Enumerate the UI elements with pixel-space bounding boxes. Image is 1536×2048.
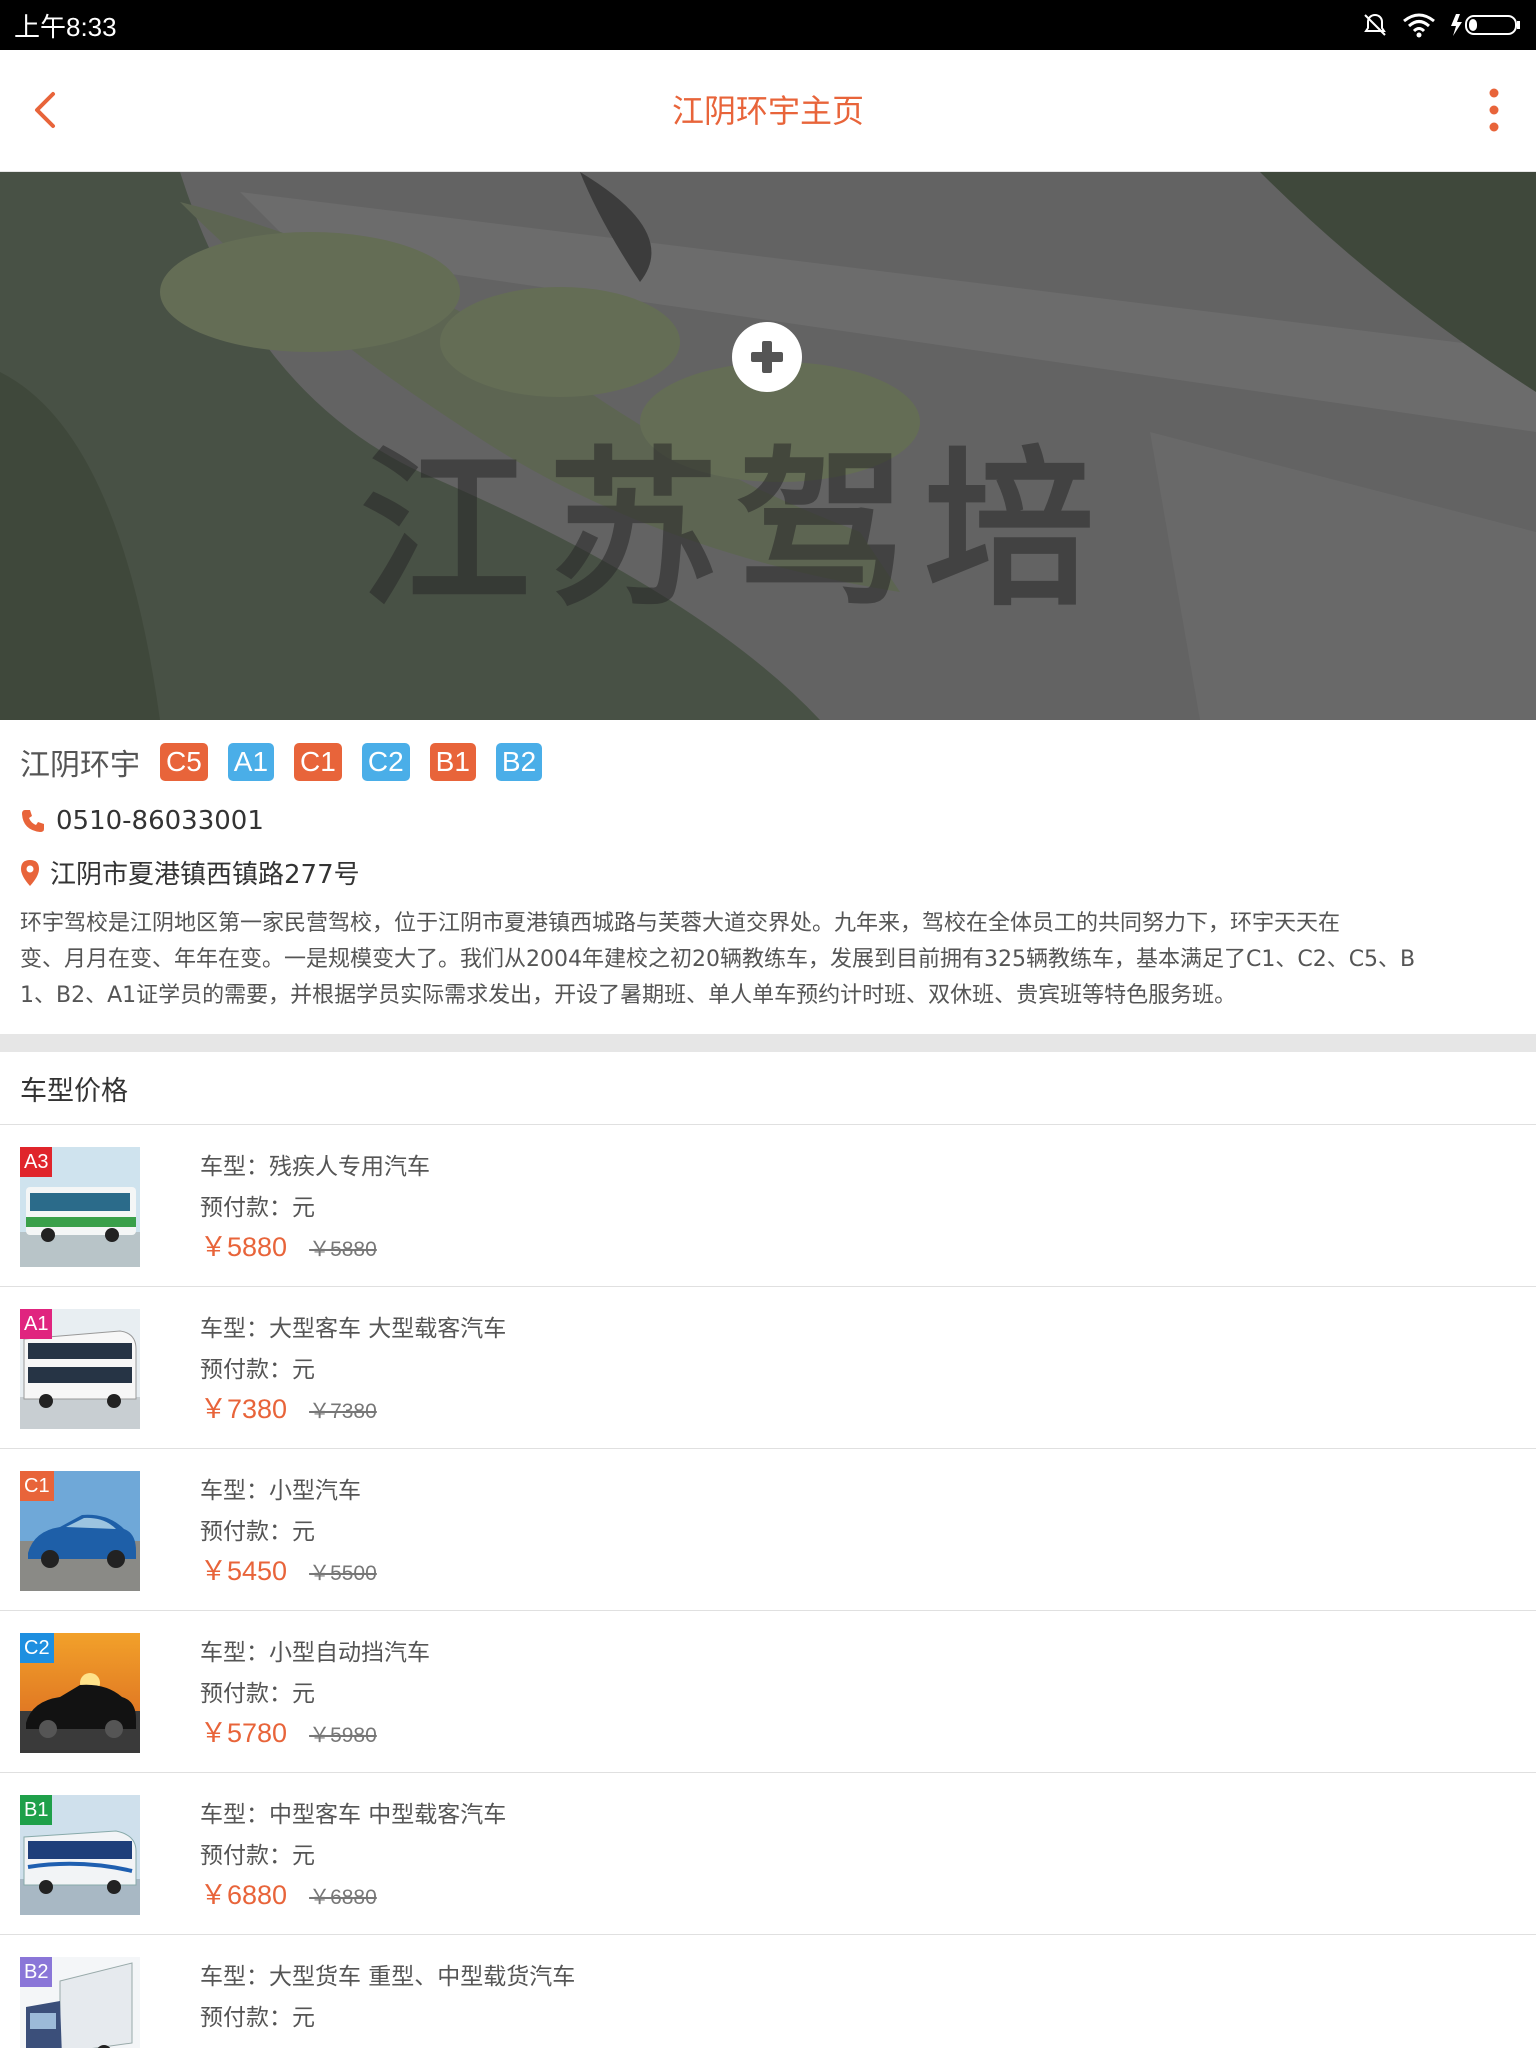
mute-bell-icon	[1364, 13, 1386, 36]
car-thumbnail: C2	[20, 1633, 140, 1753]
car-prepay: 预付款：元	[200, 1843, 315, 1869]
address-row[interactable]: 江阴市夏港镇西镇路277号	[20, 854, 360, 891]
car-prepay: 预付款：元	[200, 2005, 315, 2031]
license-badge: C5	[160, 743, 208, 781]
status-icons	[1362, 12, 1522, 38]
more-menu-button[interactable]	[1474, 84, 1514, 136]
plus-icon	[751, 341, 783, 373]
car-type-name: 车型：残疾人专用汽车	[200, 1154, 430, 1180]
status-time: 上午8:33	[14, 11, 117, 42]
description-line: 变、月月在变、年年在变。一是规模变大了。我们从2004年建校之初20辆教练车，发…	[20, 947, 1416, 972]
original-price: ￥7380	[309, 1400, 377, 1423]
car-type-name: 车型：小型自动挡汽车	[200, 1640, 430, 1666]
car-type-name: 车型：大型货车 重型、中型载货汽车	[200, 1964, 576, 1990]
phone-icon	[22, 810, 44, 832]
school-description: 环宇驾校是江阴地区第一家民营驾校，位于江阴市夏港镇西城路与芙蓉大道交界处。九年来…	[20, 906, 1520, 1014]
price-section-title: 车型价格	[0, 1052, 1536, 1125]
license-badge: C1	[294, 743, 342, 781]
license-badge: B2	[495, 743, 543, 781]
car-type-tag: C2	[20, 1633, 54, 1663]
car-type-tag: B2	[20, 1957, 53, 1987]
car-prepay: 预付款：元	[200, 1519, 315, 1545]
car-type-list: A3 车型：残疾人专用汽车 预付款：元 ￥5880 ￥5880 A1 车型：大型…	[0, 1125, 1536, 2048]
school-info: 江阴环宇 C5 A1 C1 C2 B1 B2 0510-86033001 江阴市…	[0, 720, 1536, 1034]
current-price: ￥5880	[200, 1232, 288, 1262]
current-price: ￥5450	[200, 1556, 288, 1586]
car-type-name: 车型：小型汽车	[200, 1478, 361, 1504]
description-line: 环宇驾校是江阴地区第一家民营驾校，位于江阴市夏港镇西城路与芙蓉大道交界处。九年来…	[20, 911, 1341, 936]
car-type-name: 车型：大型客车 大型载客汽车	[200, 1316, 507, 1342]
car-thumbnail: C1	[20, 1471, 140, 1591]
current-price: ￥7380	[200, 1394, 288, 1424]
list-item[interactable]: A1 车型：大型客车 大型载客汽车 预付款：元 ￥7380 ￥7380	[0, 1287, 1536, 1449]
list-item[interactable]: C1 车型：小型汽车 预付款：元 ￥5450 ￥5500	[0, 1449, 1536, 1611]
add-photo-button[interactable]	[732, 322, 802, 392]
banner-watermark: 江苏驾培	[360, 432, 1113, 630]
car-type-tag: C1	[20, 1471, 54, 1501]
car-type-tag: A1	[20, 1309, 53, 1339]
description-line: 1、B2、A1证学员的需要，并根据学员实际需求发出，开设了暑期班、单人单车预约计…	[20, 983, 1237, 1008]
car-prepay: 预付款：元	[200, 1195, 315, 1221]
list-item[interactable]: A3 车型：残疾人专用汽车 预付款：元 ￥5880 ￥5880	[0, 1125, 1536, 1287]
school-name: 江阴环宇	[20, 748, 140, 783]
list-item[interactable]: B2 车型：大型货车 重型、中型载货汽车 预付款：元	[0, 1935, 1536, 2048]
school-address: 江阴市夏港镇西镇路277号	[50, 860, 360, 890]
car-thumbnail: A3	[20, 1147, 140, 1267]
original-price: ￥5500	[309, 1562, 377, 1585]
price-row: ￥5880 ￥5880	[200, 1225, 377, 1264]
list-item[interactable]: B1 车型：中型客车 中型载客汽车 预付款：元 ￥6880 ￥6880	[0, 1773, 1536, 1935]
school-banner: 江苏驾培	[0, 172, 1536, 720]
original-price: ￥5880	[309, 1238, 377, 1261]
original-price: ￥5980	[309, 1724, 377, 1747]
license-badge: C2	[361, 743, 410, 781]
section-divider	[0, 1034, 1536, 1052]
phone-row[interactable]: 0510-86033001	[20, 806, 264, 836]
license-badge: A1	[227, 743, 275, 781]
price-row: ￥6880 ￥6880	[200, 1873, 377, 1912]
car-prepay: 预付款：元	[200, 1357, 315, 1383]
car-type-tag: B1	[20, 1795, 53, 1825]
list-item[interactable]: C2 车型：小型自动挡汽车 预付款：元 ￥5780 ￥5980	[0, 1611, 1536, 1773]
phone-number: 0510-86033001	[56, 806, 264, 836]
car-thumbnail: A1	[20, 1309, 140, 1429]
price-row: ￥5450 ￥5500	[200, 1549, 377, 1588]
current-price: ￥6880	[200, 1880, 288, 1910]
car-type-name: 车型：中型客车 中型载客汽车	[200, 1802, 507, 1828]
battery-charging-icon	[1451, 14, 1520, 36]
license-badge: B1	[429, 743, 476, 781]
car-prepay: 预付款：元	[200, 1681, 315, 1707]
price-row: ￥5780 ￥5980	[200, 1711, 377, 1750]
car-type-tag: A3	[20, 1147, 53, 1177]
car-thumbnail: B1	[20, 1795, 140, 1915]
school-name-row: 江阴环宇 C5 A1 C1 C2 B1 B2	[20, 740, 562, 784]
price-row: ￥7380 ￥7380	[200, 1387, 377, 1426]
app-header: 江阴环宇主页	[0, 50, 1536, 172]
current-price: ￥5780	[200, 1718, 288, 1748]
more-vertical-icon	[1489, 88, 1499, 132]
wifi-icon	[1403, 13, 1435, 38]
status-bar: 上午8:33	[0, 0, 1536, 50]
location-pin-icon	[21, 859, 39, 886]
page-title: 江阴环宇主页	[671, 92, 864, 130]
car-thumbnail: B2	[20, 1957, 140, 2048]
original-price: ￥6880	[309, 1886, 377, 1909]
